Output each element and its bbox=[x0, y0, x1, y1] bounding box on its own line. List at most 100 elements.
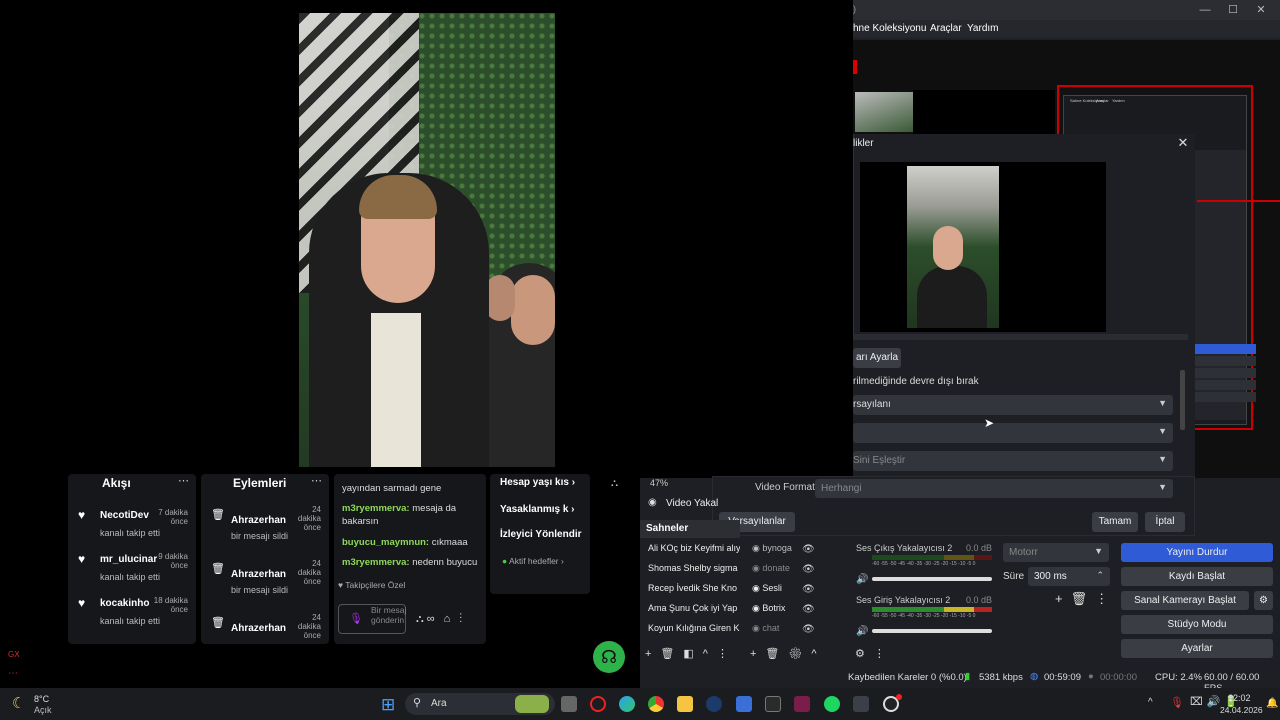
clock-time[interactable]: 22:02 bbox=[1228, 693, 1251, 703]
menu-scene-collection[interactable]: hne Koleksiyonu bbox=[853, 23, 926, 34]
chrome-icon[interactable] bbox=[648, 696, 664, 712]
reset-button[interactable]: arı Ayarla bbox=[853, 348, 901, 368]
start-virtual-camera-button[interactable]: Sanal Kamerayı Başlat bbox=[1121, 591, 1249, 610]
speaker-icon[interactable]: 🔊 bbox=[856, 626, 868, 637]
chat-panel: yayından sarmadı gene m3ryemmerva: mesaj… bbox=[334, 474, 486, 644]
resolution-select[interactable]: rsayılanı ▼ bbox=[853, 395, 1173, 415]
scene-item[interactable]: Shomas Shelby sigma bbox=[648, 563, 738, 573]
transition-select[interactable]: Motorr ▼ bbox=[1003, 543, 1109, 562]
recording-dot bbox=[896, 694, 902, 700]
duration-input[interactable]: 300 ms ⌃ bbox=[1028, 567, 1110, 586]
fps-select[interactable]: ▼ bbox=[853, 423, 1173, 443]
file-explorer-icon[interactable] bbox=[677, 696, 693, 712]
scenes-toolbar[interactable]: +🗑◧^⋮ bbox=[645, 647, 737, 660]
spotify-icon[interactable] bbox=[824, 696, 840, 712]
audio-mixer: Ses Çıkış Yakalayıcısı 2 0.0 dB -60 -55 … bbox=[856, 543, 993, 637]
scene-item[interactable]: Koyun Kılığına Giren K bbox=[648, 623, 740, 633]
volume-slider[interactable] bbox=[872, 629, 992, 633]
zoom-label: 47% bbox=[650, 478, 669, 488]
transition-toolbar[interactable]: +🗑⋮ bbox=[1055, 591, 1116, 607]
search-input[interactable]: ⚲ Ara bbox=[405, 693, 555, 715]
source-item[interactable]: ◉ donate bbox=[752, 563, 790, 574]
video-format-select[interactable]: Herhangi ▼ bbox=[815, 479, 1173, 498]
scenes-title: Sahneler bbox=[646, 523, 689, 534]
obs-titlebar: ) bbox=[853, 0, 1280, 20]
source-item[interactable]: ◉ Botrix bbox=[752, 603, 785, 614]
edge-icon[interactable] bbox=[619, 696, 635, 712]
match-select[interactable]: Sini Eşleştir ▼ bbox=[853, 451, 1173, 471]
heart-icon: ♥ bbox=[78, 508, 86, 522]
chat-tools-icons[interactable]: ⛬∞ ⌂ ⋮ bbox=[416, 613, 465, 626]
share-icon[interactable]: ⛬ bbox=[611, 478, 618, 489]
automod-panel: Hesap yaşı kıs › Yasaklanmış k › İzleyic… bbox=[490, 474, 590, 594]
settings-button[interactable]: Ayarlar bbox=[1121, 639, 1273, 658]
weather-temp[interactable]: 8°C bbox=[34, 694, 49, 704]
followers-only-badge: ♥ Takipçilere Özel bbox=[338, 580, 406, 590]
heart-icon: ♥ bbox=[78, 552, 86, 566]
weather-desc[interactable]: Açık bbox=[34, 705, 52, 715]
search-icon: ⚲ bbox=[413, 697, 422, 709]
menu-tools[interactable]: Araçlar bbox=[930, 23, 962, 34]
camera-icon: ◉ bbox=[648, 497, 657, 508]
scene-item[interactable]: Recep İvedik She Kno bbox=[648, 583, 737, 593]
maximize-button[interactable]: ☐ bbox=[1226, 3, 1240, 17]
task-view-icon[interactable] bbox=[561, 696, 577, 712]
live-icon: ◍ bbox=[1030, 671, 1039, 682]
panel-title: Akışı bbox=[102, 476, 131, 490]
sources-toolbar[interactable]: +🗑⚙^ bbox=[750, 647, 826, 660]
dialog-title: likler bbox=[853, 138, 874, 149]
app-icon[interactable] bbox=[765, 696, 781, 712]
signal-icon: ▮ bbox=[965, 671, 971, 682]
chat-message: yayından sarmadı gene bbox=[342, 483, 442, 494]
mic-icon[interactable]: 🎙 bbox=[1170, 696, 1184, 709]
app-icon-3[interactable] bbox=[853, 696, 869, 712]
source-item[interactable]: ◉ chat bbox=[752, 623, 779, 634]
headset-icon[interactable]: ☊ bbox=[593, 641, 625, 673]
chevron-up-icon[interactable]: ^ bbox=[1148, 697, 1153, 708]
audio-meter bbox=[872, 607, 992, 612]
sources-list: ◉ bynoga ◉ donate ◉ Sesli ◉ Botrix ◉ cha… bbox=[746, 540, 838, 640]
speaker-icon[interactable]: 🔊 bbox=[856, 574, 868, 585]
gear-icon[interactable]: ⚙ bbox=[1254, 591, 1273, 610]
active-filters[interactable]: ● Aktif hedefler › bbox=[502, 556, 564, 566]
mic-icon: 🎙 bbox=[349, 613, 363, 625]
volume-slider[interactable] bbox=[872, 577, 992, 581]
scenes-list: Ali KOç biz Keyifmi alıy Shomas Shelby s… bbox=[640, 540, 740, 640]
source-item[interactable]: ◉ bynoga bbox=[752, 543, 792, 554]
stop-stream-button[interactable]: Yayını Durdur bbox=[1121, 543, 1273, 562]
dialog-preview-image bbox=[907, 166, 999, 328]
visibility-icons[interactable]: 👁 👁 👁 👁 👁 bbox=[802, 540, 815, 640]
dialog-close-icon[interactable]: ✕ bbox=[1176, 136, 1190, 150]
mixer-toolbar[interactable]: ⚙⋮ bbox=[855, 647, 894, 660]
more-icon[interactable]: ⋯ bbox=[178, 474, 189, 487]
ok-button[interactable]: Tamam bbox=[1092, 512, 1138, 532]
menu-help[interactable]: Yardım bbox=[967, 23, 999, 34]
close-window-button[interactable]: ✕ bbox=[1254, 3, 1268, 17]
scene-item[interactable]: Ama Şunu Çok iyi Yap bbox=[648, 603, 737, 613]
notification-icon[interactable]: 🔔 bbox=[1266, 698, 1278, 709]
scene-item[interactable]: Ali KOç biz Keyifmi alıy bbox=[648, 543, 740, 553]
automod-item[interactable]: İzleyici Yönlendir bbox=[500, 529, 582, 540]
nested-thumb bbox=[855, 92, 913, 132]
dialog-vscrollbar[interactable] bbox=[1180, 370, 1185, 430]
steam-icon[interactable] bbox=[706, 696, 722, 712]
chat-input[interactable]: 🎙 Bir mesaj gönderin bbox=[338, 604, 406, 634]
opera-gx-icon[interactable] bbox=[590, 696, 606, 712]
heart-icon: ♥ bbox=[78, 596, 86, 610]
more-icon[interactable]: ⋯ bbox=[311, 474, 322, 487]
automod-item[interactable]: Hesap yaşı kıs › bbox=[500, 477, 575, 488]
start-recording-button[interactable]: Kaydı Başlat bbox=[1121, 567, 1273, 586]
disable-checkbox-label[interactable]: rilmediğinde devre dışı bırak bbox=[853, 376, 979, 387]
cancel-button[interactable]: İptal bbox=[1145, 512, 1185, 532]
clock-date[interactable]: 24.04.2026 bbox=[1220, 705, 1263, 715]
source-preview-label: Video Yakal bbox=[666, 498, 719, 509]
studio-mode-button[interactable]: Stüdyo Modu bbox=[1121, 615, 1273, 634]
minimize-button[interactable]: — bbox=[1198, 3, 1212, 17]
trash-icon: 🗑 bbox=[211, 509, 225, 521]
source-item[interactable]: ◉ Sesli bbox=[752, 583, 782, 594]
windows-start-icon[interactable]: ⊞ bbox=[381, 695, 395, 715]
automod-item[interactable]: Yasaklanmış k › bbox=[500, 504, 575, 515]
app-icon-2[interactable] bbox=[794, 696, 810, 712]
moon-icon: ☾ bbox=[12, 695, 26, 712]
store-icon[interactable] bbox=[736, 696, 752, 712]
